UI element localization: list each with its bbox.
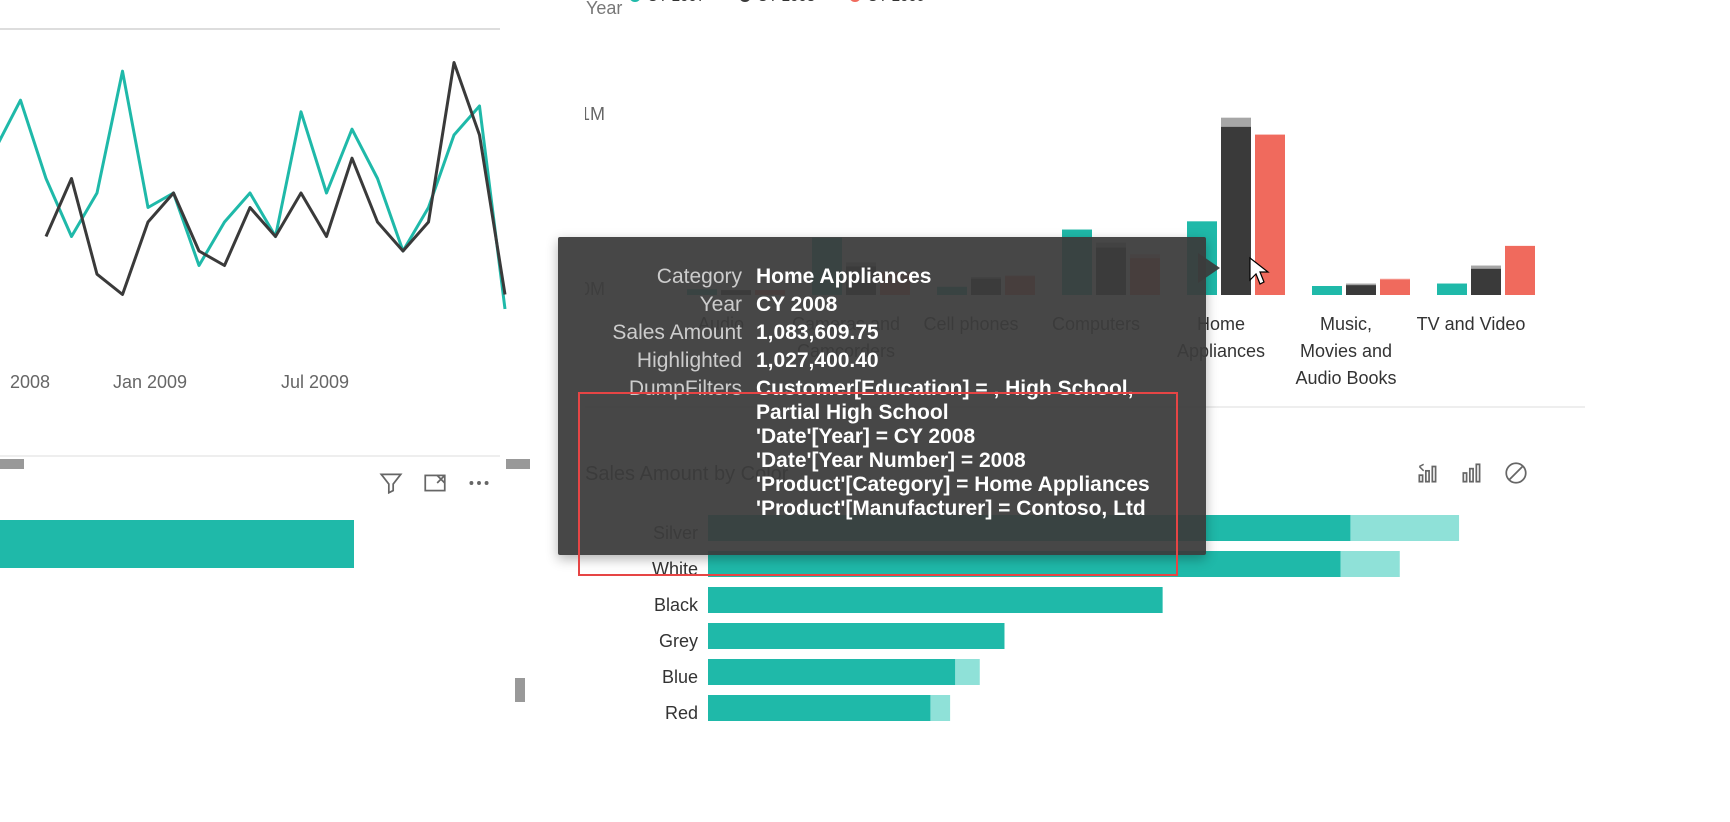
tooltip-value: 1,083,609.75	[756, 321, 879, 345]
tooltip-dumpfilters-value: Customer[Education] = , High School, Par…	[756, 377, 1172, 521]
filter-icon[interactable]	[378, 470, 404, 496]
tooltip-dumpfilter-line: 'Date'[Year Number] = 2008	[756, 449, 1172, 473]
hbar-label: Black	[654, 595, 699, 615]
column-bar-highlight	[1505, 246, 1535, 295]
tooltip-label: DumpFilters	[592, 377, 756, 401]
drill-up-icon[interactable]	[1415, 460, 1441, 486]
line-x-tick: Jan 2009	[113, 372, 187, 392]
tooltip-row: Highlighted1,027,400.40	[592, 349, 1172, 373]
more-options-icon[interactable]	[466, 470, 492, 496]
resize-handle[interactable]	[506, 459, 530, 469]
aux-bar-svg	[0, 490, 520, 610]
column-bar-highlight	[1437, 284, 1467, 295]
line-chart-svg: 2008 Jan 2009 Jul 2009	[0, 28, 535, 428]
hbar-label: White	[652, 559, 698, 579]
tooltip-value: CY 2008	[756, 293, 837, 317]
tooltip-label: Sales Amount	[592, 321, 756, 345]
column-bar-highlight	[1471, 269, 1501, 295]
tooltip-dumpfilter-line: 'Product'[Manufacturer] = Contoso, Ltd	[756, 497, 1172, 521]
svg-text:1M: 1M	[585, 104, 605, 124]
hbar-highlight	[708, 587, 1163, 613]
column-bar-highlight	[1221, 127, 1251, 295]
hbar-highlight	[708, 695, 930, 721]
resize-handle[interactable]	[0, 459, 24, 469]
hbar-highlight	[708, 623, 1004, 649]
visual-toolbar-right	[1415, 460, 1529, 486]
hbar-label: Blue	[662, 667, 698, 687]
svg-text:Movies and: Movies and	[1300, 341, 1392, 361]
tooltip-dumpfilter-line: Customer[Education] = , High School, Par…	[756, 377, 1172, 425]
tooltip-dumpfilter-line: 'Date'[Year] = CY 2008	[756, 425, 1172, 449]
line-chart-top-border	[0, 28, 500, 30]
hbar-label: Red	[665, 703, 698, 723]
svg-text:Music,: Music,	[1320, 314, 1372, 334]
tooltip-label: Category	[592, 265, 756, 289]
line-x-tick: 2008	[10, 372, 50, 392]
aux-bar-chart[interactable]	[0, 490, 520, 590]
tooltip-row: Sales Amount1,083,609.75	[592, 321, 1172, 345]
disabled-icon[interactable]	[1503, 460, 1529, 486]
tooltip-label: Highlighted	[592, 349, 756, 373]
drill-down-icon[interactable]	[1459, 460, 1485, 486]
svg-text:Audio Books: Audio Books	[1295, 368, 1396, 388]
svg-text:CY 2009: CY 2009	[867, 0, 925, 5]
tooltip-row: CategoryHome Appliances	[592, 265, 1172, 289]
line-x-tick: Jul 2009	[281, 372, 349, 392]
column-bar-highlight	[1380, 279, 1410, 295]
visual-toolbar-left	[378, 470, 492, 496]
focus-mode-icon[interactable]	[422, 470, 448, 496]
svg-text:TV and Video: TV and Video	[1417, 314, 1526, 334]
hbar-highlight	[708, 659, 955, 685]
svg-text:CY 2007: CY 2007	[647, 0, 705, 5]
column-bar-highlight	[1346, 285, 1376, 295]
column-bar-highlight	[1312, 286, 1342, 295]
hbar-label: Grey	[659, 631, 698, 651]
legend-prefix: Year	[586, 0, 622, 19]
tooltip-value: 1,027,400.40	[756, 349, 879, 373]
tooltip-row: YearCY 2008	[592, 293, 1172, 317]
line-chart-bottom-border	[0, 455, 500, 457]
tooltip-value: Home Appliances	[756, 265, 931, 289]
tooltip-arrow	[1198, 253, 1222, 283]
tooltip-dumpfilter-line: 'Product'[Category] = Home Appliances	[756, 473, 1172, 497]
resize-handle[interactable]	[515, 678, 525, 702]
tooltip-dumpfilters-row: DumpFilters Customer[Education] = , High…	[592, 377, 1172, 521]
line-chart[interactable]: 2008 Jan 2009 Jul 2009	[0, 28, 535, 428]
tooltip-label: Year	[592, 293, 756, 317]
aux-bar	[0, 520, 354, 568]
svg-text:CY 2008: CY 2008	[757, 0, 815, 5]
cursor-icon	[1248, 256, 1272, 286]
tooltip: CategoryHome AppliancesYearCY 2008Sales …	[558, 237, 1206, 555]
